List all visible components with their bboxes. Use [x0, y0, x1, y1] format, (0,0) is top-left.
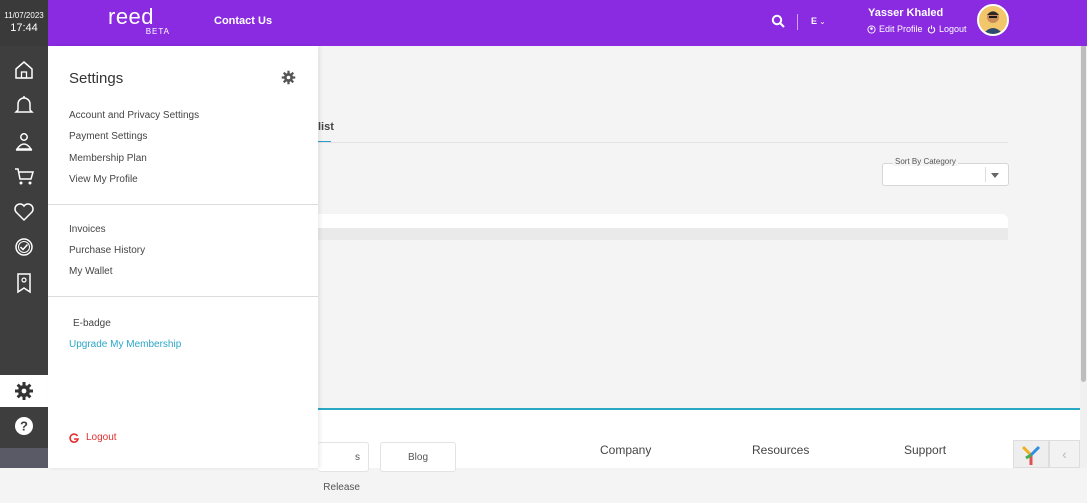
- widget-collapse-button[interactable]: ‹: [1049, 440, 1080, 468]
- menu-account-privacy-settings[interactable]: Account and Privacy Settings: [69, 110, 199, 121]
- content-row-placeholder: [318, 228, 1008, 240]
- menu-divider: [48, 204, 318, 205]
- header-logout-label: Logout: [939, 24, 967, 34]
- logo-beta: BETA: [145, 27, 170, 36]
- chevron-down-icon[interactable]: [991, 173, 999, 178]
- menu-membership-plan[interactable]: Membership Plan: [69, 153, 147, 164]
- rail-bottom-strip: [0, 448, 48, 468]
- footer-heading-support: Support: [904, 443, 947, 457]
- power-icon: [927, 24, 936, 33]
- user-badge-icon[interactable]: [13, 130, 35, 152]
- edit-profile-link[interactable]: Edit Profile: [867, 24, 923, 34]
- avatar[interactable]: [977, 4, 1009, 36]
- bookmark-icon[interactable]: [13, 272, 35, 294]
- gear-icon: [15, 382, 33, 400]
- datetime-box: 11/07/2023 17:44: [0, 0, 48, 46]
- settings-logout-label: Logout: [86, 432, 117, 443]
- contact-us-link[interactable]: Contact Us: [214, 15, 272, 27]
- menu-my-wallet[interactable]: My Wallet: [69, 266, 113, 277]
- gear-icon[interactable]: [281, 70, 296, 85]
- menu-e-badge[interactable]: E-badge: [73, 318, 111, 329]
- heart-icon[interactable]: [13, 201, 35, 223]
- cart-icon[interactable]: [13, 165, 35, 187]
- reed-logo[interactable]: reed BETA: [108, 6, 172, 38]
- avatar-image: [979, 6, 1007, 34]
- menu-view-my-profile[interactable]: View My Profile: [69, 174, 138, 185]
- menu-divider: [48, 296, 318, 297]
- search-icon[interactable]: [771, 14, 785, 28]
- check-circle-icon[interactable]: [13, 236, 35, 258]
- header-separator: [797, 14, 798, 30]
- brand-leaf-icon: [1021, 445, 1041, 465]
- chevron-left-icon: ‹: [1062, 446, 1067, 462]
- logo-wordmark: reed: [108, 4, 155, 29]
- help-icon[interactable]: ?: [13, 415, 35, 437]
- footer-heading-resources: Resources: [752, 443, 810, 457]
- menu-payment-settings[interactable]: Payment Settings: [69, 131, 147, 142]
- menu-upgrade-membership[interactable]: Upgrade My Membership: [69, 339, 181, 350]
- main-content-area: [318, 46, 1080, 468]
- settings-rail-button[interactable]: [0, 375, 48, 407]
- tab-list[interactable]: list: [318, 121, 334, 133]
- menu-invoices[interactable]: Invoices: [69, 224, 106, 235]
- settings-logout-link[interactable]: Logout: [69, 432, 117, 443]
- tab-divider: [318, 142, 1008, 143]
- sort-by-category-label: Sort By Category: [893, 157, 958, 166]
- sort-separator: [985, 167, 986, 182]
- svg-text:?: ?: [20, 419, 28, 434]
- sort-by-category-select[interactable]: [882, 163, 1009, 186]
- scrollbar-thumb[interactable]: [1081, 0, 1086, 382]
- edit-profile-label: Edit Profile: [879, 24, 923, 34]
- logout-g-icon: [69, 432, 79, 443]
- home-icon[interactable]: [13, 59, 35, 81]
- menu-purchase-history[interactable]: Purchase History: [69, 245, 145, 256]
- chevron-down-icon: ⌄: [819, 19, 826, 26]
- user-name: Yasser Khaled: [868, 7, 944, 19]
- time-text: 17:44: [10, 22, 38, 34]
- bell-icon[interactable]: [13, 94, 35, 116]
- language-code: E: [811, 16, 818, 26]
- user-circle-icon: [867, 24, 876, 34]
- header-logout-link[interactable]: Logout: [927, 24, 967, 34]
- chat-widget-button[interactable]: [1013, 440, 1049, 468]
- settings-panel: Settings Account and Privacy Settings Pa…: [48, 46, 318, 468]
- top-header: 11/07/2023 17:44 reed BETA Contact Us E …: [0, 0, 1087, 46]
- language-selector[interactable]: E ⌄: [811, 16, 825, 26]
- date-text: 11/07/2023: [4, 11, 44, 20]
- footer-heading-company: Company: [600, 443, 652, 457]
- left-rail: ?: [0, 46, 48, 468]
- settings-title: Settings: [69, 70, 124, 87]
- content-header-bar: [318, 214, 1008, 228]
